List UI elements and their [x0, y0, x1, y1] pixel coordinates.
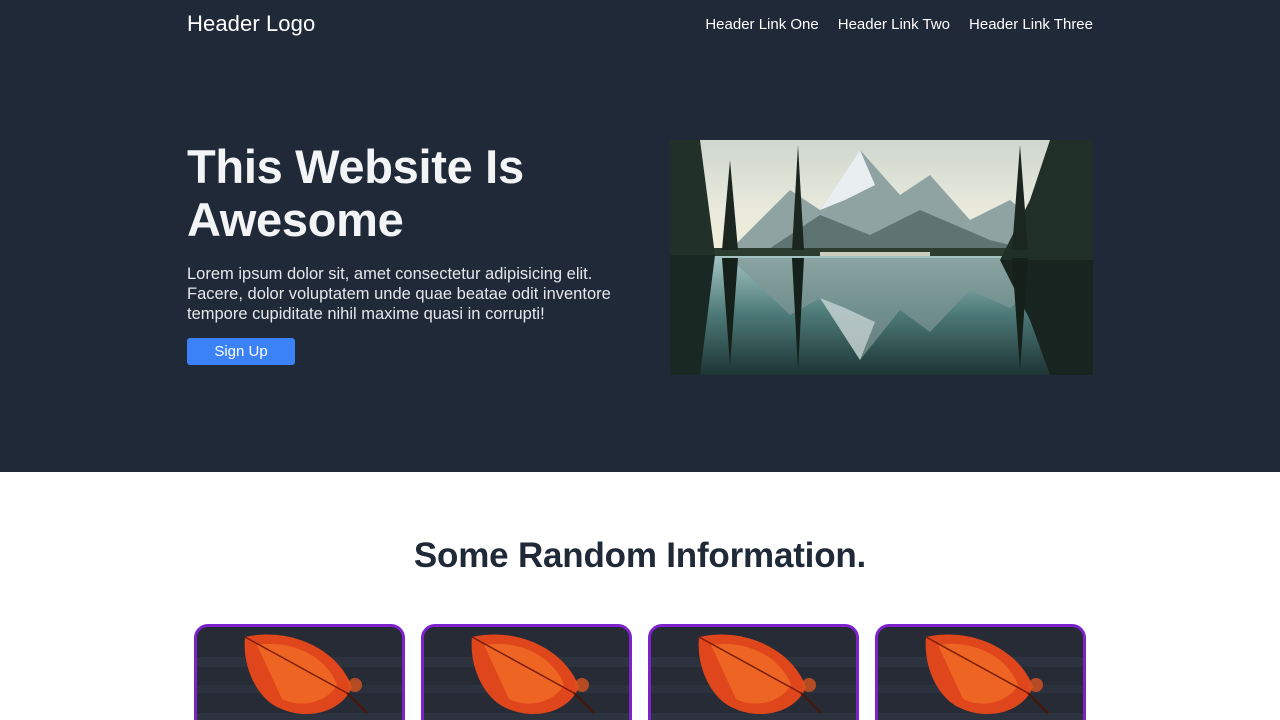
- header-logo[interactable]: Header Logo: [187, 11, 315, 37]
- sign-up-button[interactable]: Sign Up: [187, 338, 295, 365]
- card-list: [194, 624, 1086, 720]
- info-card[interactable]: [421, 624, 632, 720]
- info-title: Some Random Information.: [413, 536, 867, 575]
- header-link-three[interactable]: Header Link Three: [969, 16, 1093, 33]
- header: Header Logo Header Link One Header Link …: [187, 0, 1093, 48]
- info-card[interactable]: [194, 624, 405, 720]
- leaf-image: [651, 627, 856, 720]
- leaf-image: [197, 627, 402, 720]
- hero-landscape-image: [670, 140, 1093, 375]
- hero-title: This Website Is Awesome: [187, 140, 524, 246]
- header-link-one[interactable]: Header Link One: [705, 16, 818, 33]
- info-card[interactable]: [648, 624, 859, 720]
- info-section: Some Random Information.: [0, 472, 1280, 720]
- leaf-image: [878, 627, 1083, 720]
- hero-description: Lorem ipsum dolor sit, amet consectetur …: [187, 265, 611, 323]
- header-nav: Header Link One Header Link Two Header L…: [705, 16, 1093, 33]
- leaf-image: [424, 627, 629, 720]
- header-link-two[interactable]: Header Link Two: [838, 16, 950, 33]
- hero-section: Header Logo Header Link One Header Link …: [0, 0, 1280, 472]
- hero-text: This Website Is Awesome Lorem ipsum dolo…: [187, 140, 627, 365]
- info-card[interactable]: [875, 624, 1086, 720]
